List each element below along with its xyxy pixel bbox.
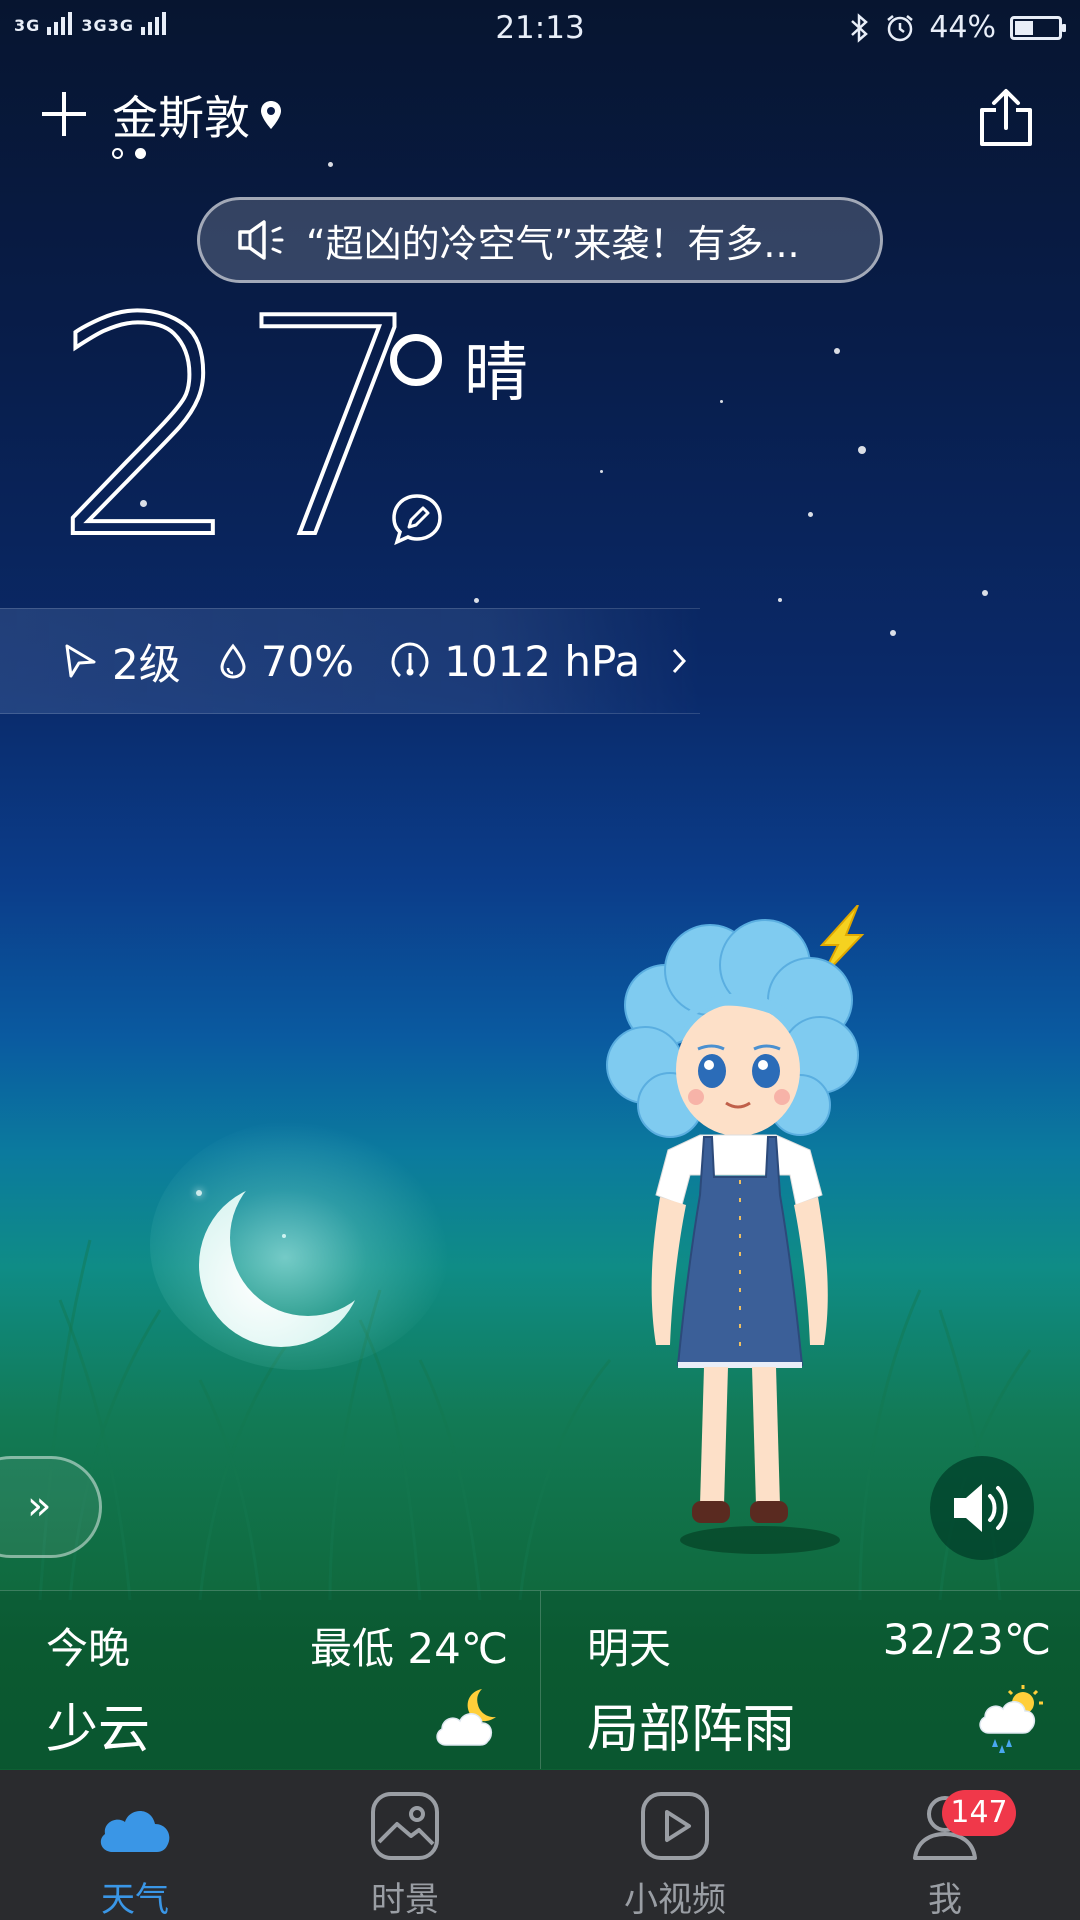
sound-button[interactable] (930, 1456, 1034, 1560)
page-dot (112, 148, 123, 159)
tomorrow-condition: 局部阵雨 (587, 1700, 796, 1760)
humidity-drop-icon (220, 643, 246, 679)
current-condition: 晴 (464, 337, 528, 411)
tonight-condition: 少云 (46, 1700, 151, 1760)
tab-short-video[interactable]: 小视频 (540, 1770, 810, 1920)
bottom-navigation: 天气 时景 小视频 我 (0, 1770, 1080, 1920)
tab-me[interactable]: 我 (810, 1770, 1080, 1920)
tomorrow-label: 明天 (587, 1624, 672, 1673)
tab-me-label: 我 (928, 1880, 962, 1920)
humidity-value: 70% (260, 636, 355, 686)
location-pin-icon (261, 101, 281, 129)
crescent-moon-icon (199, 1183, 363, 1347)
add-city-button[interactable] (42, 92, 86, 136)
pressure-item: 1012 hPa (390, 637, 640, 686)
city-name: 金斯敦 (112, 91, 250, 145)
tab-scenery[interactable]: 时景 (270, 1770, 540, 1920)
play-icon (641, 1792, 709, 1860)
city-selector[interactable]: 金斯敦 (112, 82, 282, 148)
wind-direction-icon (65, 644, 96, 678)
tonight-label: 今晚 (46, 1624, 131, 1673)
tab-short-video-label: 小视频 (624, 1880, 726, 1920)
tonight-temp-range: 最低 24℃ (310, 1624, 508, 1673)
tomorrow-temp-range: 32/23℃ (882, 1615, 1051, 1664)
bluetooth-icon (851, 12, 869, 43)
share-button[interactable] (976, 88, 1036, 150)
wind-item: 2级 (62, 631, 181, 692)
feedback-edit-button[interactable] (390, 492, 444, 546)
chevron-right-icon (673, 648, 687, 674)
humidity-item: 70% (219, 637, 354, 686)
battery-text: 44% (929, 10, 996, 45)
degree-symbol (390, 334, 442, 386)
double-chevron-right-icon: » (27, 1483, 52, 1529)
weather-screen: 3G 3G3G 21:13 44% 金斯敦 “超凶的冷空气”来袭！有多... 2… (0, 0, 1080, 1920)
tab-weather-label: 天气 (101, 1880, 169, 1920)
current-temperature: 27 (50, 255, 430, 604)
tab-weather[interactable]: 天气 (0, 1770, 270, 1920)
weather-details-bar[interactable]: 2级 70% 1012 hPa (0, 608, 700, 714)
status-right: 44% (849, 10, 1066, 45)
image-icon (371, 1792, 439, 1860)
notification-badge: 147 (942, 1790, 1016, 1836)
page-dot-active (135, 148, 146, 159)
alarm-icon (887, 14, 914, 41)
forecast-panel: 今晚 最低 24℃ 少云 明天 32/23℃ 局部阵雨 (0, 1590, 1080, 1769)
wind-level: 2级 (112, 639, 181, 689)
battery-icon (1010, 15, 1066, 40)
cloud-moon-icon (436, 1689, 496, 1746)
pressure-value: 1012 hPa (444, 636, 641, 686)
pressure-gauge-icon (391, 642, 429, 678)
status-bar: 3G 3G3G 21:13 44% (0, 0, 1080, 56)
grass-illustration (38, 1239, 1032, 1600)
expand-panel-button[interactable]: » (0, 1456, 102, 1558)
forecast-tonight[interactable]: 今晚 最低 24℃ 少云 (0, 1591, 538, 1769)
tab-scenery-label: 时景 (371, 1880, 439, 1920)
weather-character-illustration (606, 905, 865, 1554)
page-indicator (112, 148, 146, 159)
cloud-sun-rain-icon (979, 1685, 1043, 1753)
cloud-icon (100, 1811, 170, 1852)
forecast-tomorrow[interactable]: 明天 32/23℃ 局部阵雨 (540, 1591, 1080, 1769)
